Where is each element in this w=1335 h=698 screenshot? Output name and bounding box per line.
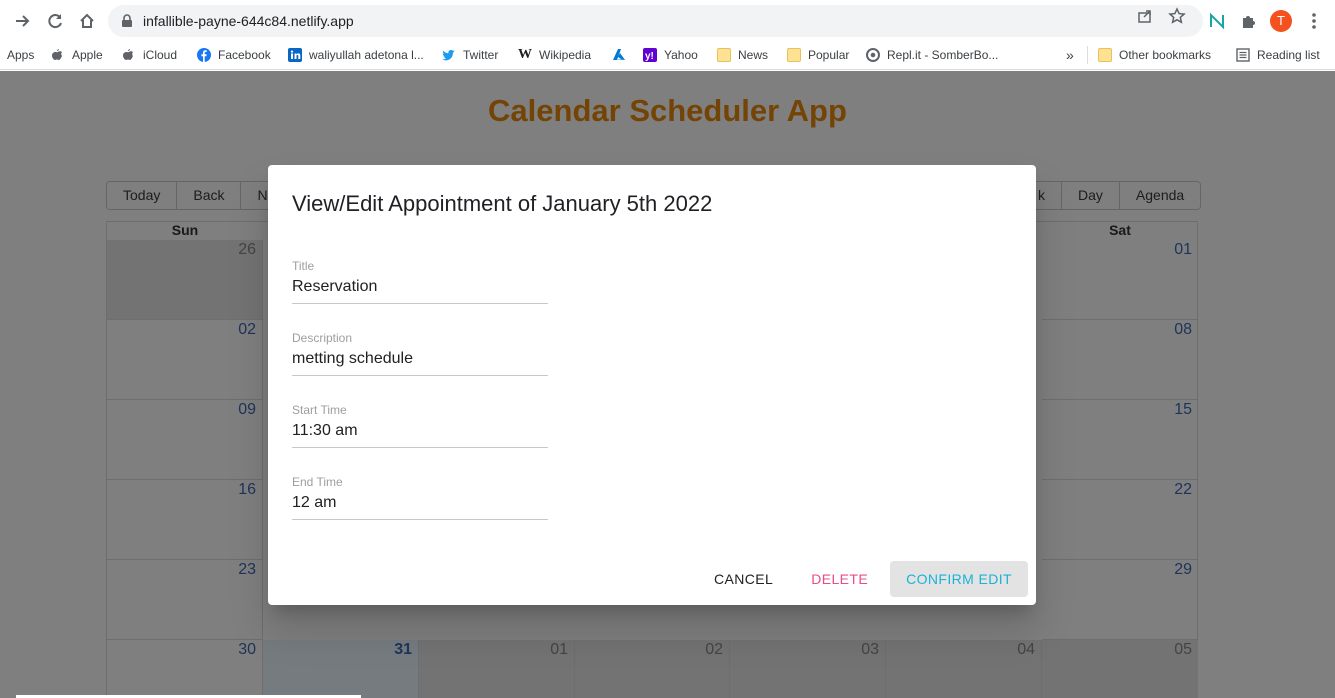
- bookmark-label: News: [738, 48, 769, 62]
- dialog-actions: CANCEL DELETE CONFIRM EDIT: [692, 561, 1028, 597]
- page-content: Calendar Scheduler App Today Back Ne k D…: [0, 71, 1335, 698]
- forward-arrow-icon[interactable]: [12, 10, 34, 32]
- bookmark-news-folder[interactable]: News: [717, 46, 768, 64]
- bookmark-azure[interactable]: [612, 46, 633, 64]
- bookmark-label: Apple: [72, 48, 103, 62]
- reading-list-button[interactable]: Reading list: [1236, 46, 1320, 64]
- description-field[interactable]: Description metting schedule: [292, 331, 548, 376]
- delete-button[interactable]: DELETE: [795, 561, 884, 597]
- replit-icon: [866, 48, 880, 62]
- bookmark-label: Facebook: [218, 48, 271, 62]
- bookmarks-bar: Apps Apple iCloud Facebook waliyullah ad…: [0, 40, 1335, 70]
- reload-icon[interactable]: [44, 10, 66, 32]
- bookmark-label: iCloud: [143, 48, 178, 62]
- url-text: infallible-payne-644c84.netlify.app: [143, 13, 354, 29]
- end-time-label: End Time: [292, 475, 343, 489]
- bookmark-icloud[interactable]: iCloud: [122, 46, 177, 64]
- bookmark-label: Yahoo: [664, 48, 698, 62]
- bookmark-label: Apps: [7, 48, 35, 62]
- bookmark-label: waliyullah adetona l...: [309, 48, 424, 62]
- home-icon[interactable]: [76, 10, 98, 32]
- svg-text:y!: y!: [645, 51, 654, 62]
- bookmark-label: Repl.it - SomberBo...: [887, 48, 999, 62]
- title-label: Title: [292, 259, 315, 273]
- twitter-icon: [442, 49, 455, 61]
- bookmark-label: Twitter: [463, 48, 499, 62]
- bookmark-label: Wikipedia: [539, 48, 592, 62]
- bookmark-label: Popular: [808, 48, 850, 62]
- apple-icon: [123, 49, 133, 60]
- title-input[interactable]: Reservation: [292, 278, 548, 304]
- bookmarks-overflow-button[interactable]: »: [1066, 46, 1074, 64]
- end-time-field[interactable]: End Time 12 am: [292, 475, 548, 520]
- browser-toolbar: infallible-payne-644c84.netlify.app T: [0, 0, 1335, 40]
- start-time-field[interactable]: Start Time 11:30 am: [292, 403, 548, 448]
- share-icon[interactable]: [1136, 7, 1154, 25]
- folder-icon: [1098, 48, 1112, 62]
- edit-appointment-dialog: View/Edit Appointment of January 5th 202…: [268, 165, 1036, 605]
- bookmark-apps[interactable]: Apps: [7, 46, 34, 64]
- other-bookmarks-folder[interactable]: Other bookmarks: [1098, 46, 1211, 64]
- star-icon[interactable]: [1168, 7, 1186, 25]
- apple-icon: [52, 49, 62, 60]
- bookmark-replit[interactable]: Repl.it - SomberBo...: [866, 46, 998, 64]
- folder-icon: [717, 48, 731, 62]
- bookmark-twitter[interactable]: Twitter: [442, 46, 498, 64]
- facebook-icon: [197, 48, 211, 62]
- wikipedia-icon: W: [518, 47, 532, 62]
- cancel-button[interactable]: CANCEL: [698, 561, 789, 597]
- bookmark-label: Other bookmarks: [1119, 48, 1212, 62]
- bookmark-linkedin[interactable]: waliyullah adetona l...: [288, 46, 424, 64]
- start-time-input[interactable]: 11:30 am: [292, 422, 548, 448]
- reading-list-icon: [1236, 48, 1250, 62]
- confirm-edit-button[interactable]: CONFIRM EDIT: [890, 561, 1028, 597]
- bookmark-wikipedia[interactable]: W Wikipedia: [518, 46, 591, 64]
- bookmark-facebook[interactable]: Facebook: [197, 46, 271, 64]
- bookmark-label: Reading list: [1257, 48, 1320, 62]
- bookmark-apple[interactable]: Apple: [51, 46, 103, 64]
- yahoo-icon: y!: [643, 48, 657, 62]
- title-field[interactable]: Title Reservation: [292, 259, 548, 304]
- profile-avatar[interactable]: T: [1270, 10, 1292, 32]
- netlify-extension-icon[interactable]: [1207, 11, 1227, 31]
- dialog-title: View/Edit Appointment of January 5th 202…: [292, 191, 713, 216]
- description-label: Description: [292, 331, 353, 345]
- more-vert-icon[interactable]: [1306, 12, 1322, 30]
- linkedin-icon: [288, 48, 302, 62]
- end-time-input[interactable]: 12 am: [292, 494, 548, 520]
- chevron-double-right-icon: »: [1066, 47, 1074, 63]
- start-time-label: Start Time: [292, 403, 347, 417]
- folder-icon: [787, 48, 801, 62]
- bookmark-popular-folder[interactable]: Popular: [787, 46, 849, 64]
- puzzle-icon[interactable]: [1239, 11, 1259, 31]
- address-bar[interactable]: infallible-payne-644c84.netlify.app: [108, 5, 1203, 37]
- bookmarks-separator: [1087, 46, 1088, 64]
- bookmark-yahoo[interactable]: y! Yahoo: [643, 46, 698, 64]
- lock-icon: [122, 14, 132, 27]
- description-input[interactable]: metting schedule: [292, 350, 548, 376]
- azure-icon: [613, 49, 625, 60]
